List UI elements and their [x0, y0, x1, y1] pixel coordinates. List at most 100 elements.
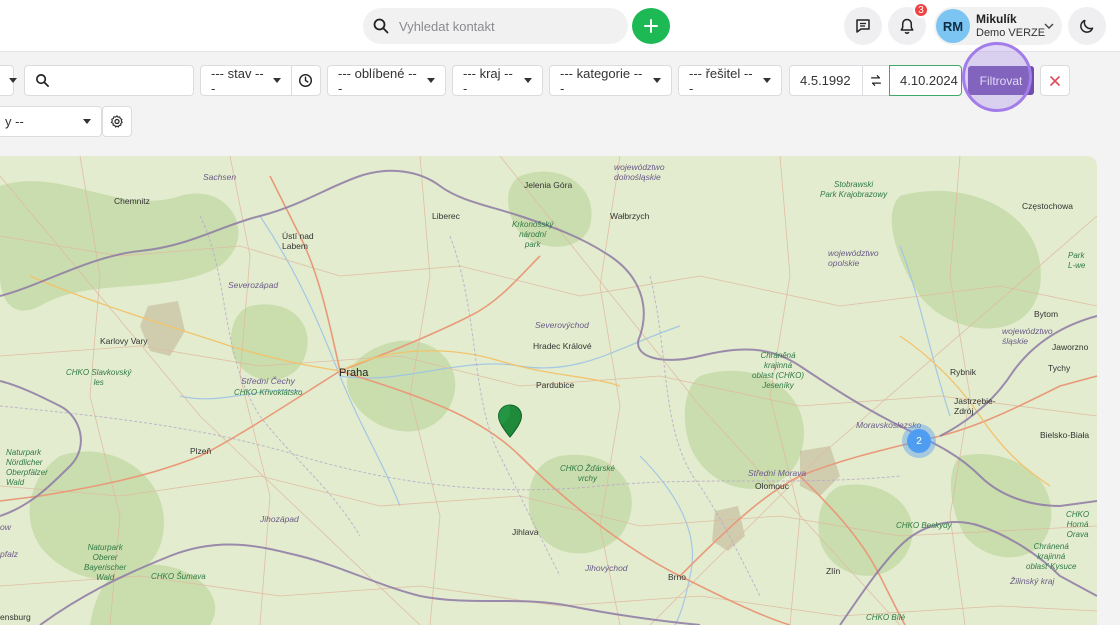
- map-label-jastrzebie: Jastrzębie- Zdrój: [954, 396, 996, 416]
- map-label-krkonose: Krkonošský národní park: [512, 220, 554, 249]
- map-label-tychy: Tychy: [1048, 363, 1071, 373]
- map-label-severovychod: Severovýchod: [535, 320, 589, 330]
- caret-icon: [653, 78, 661, 83]
- caret-icon: [763, 78, 771, 83]
- date-to-value: 4.10.2024: [900, 73, 958, 88]
- date-from-value: 4.5.1992: [800, 73, 851, 88]
- category-select[interactable]: --- kategorie ---: [549, 65, 672, 96]
- date-from-input[interactable]: 4.5.1992: [789, 65, 863, 96]
- map-label-jelenia: Jelenia Góra: [524, 180, 573, 190]
- map-label-bytom: Bytom: [1034, 309, 1059, 319]
- map-label-chko-jeseniky: Chráněná krajinná oblast (CHKO) Jeseníky: [752, 351, 805, 390]
- map-label-pardubice: Pardubice: [536, 380, 575, 390]
- search-icon: [36, 74, 49, 87]
- map-label-chko-bile: CHKO Bílé: [866, 613, 906, 622]
- map-label-brno: Brno: [668, 572, 686, 582]
- map-label-bielsko: Bielsko-Biała: [1040, 430, 1090, 440]
- cluster-count: 2: [907, 429, 931, 453]
- region-select-value: --- kraj ---: [463, 65, 513, 96]
- map-label-jihozapad: Jihozápad: [260, 514, 299, 524]
- bell-icon: [900, 18, 914, 34]
- secondary-select[interactable]: y --: [0, 106, 102, 137]
- map-label-jihovychod: Jihovýchod: [585, 563, 628, 573]
- assignee-select-value: --- řešitel ---: [689, 65, 753, 96]
- map-label-plzen: Plzeň: [190, 446, 212, 456]
- map-label-severozapad: Severozápad: [228, 280, 279, 290]
- plus-icon: [644, 19, 658, 33]
- caret-icon: [273, 78, 281, 83]
- assignee-select[interactable]: --- řešitel ---: [678, 65, 782, 96]
- clear-filters-button[interactable]: [1040, 65, 1070, 96]
- contact-search[interactable]: [363, 8, 628, 44]
- caret-icon: [9, 78, 17, 83]
- state-select[interactable]: --- stav ---: [200, 65, 292, 96]
- map-label-jihlava: Jihlava: [512, 527, 539, 537]
- gear-icon: [110, 115, 123, 128]
- map-label-naturpark-bay: Naturpark Oberer Bayerischer Wald: [84, 543, 127, 582]
- add-button[interactable]: [632, 8, 670, 44]
- avatar: RM: [936, 9, 970, 43]
- map-label-liberec: Liberec: [432, 211, 460, 221]
- user-name: Mikulík: [976, 12, 1017, 26]
- map-label-zlin: Zlín: [826, 566, 841, 576]
- caret-icon: [83, 119, 91, 124]
- map-label-ensburg: ensburg: [0, 612, 31, 622]
- search-icon: [373, 18, 389, 34]
- map-label-sachsen: Sachsen: [203, 172, 237, 182]
- chevron-down-icon: [1044, 23, 1054, 29]
- top-header: 3 RM Mikulík Demo VERZE: [0, 0, 1120, 52]
- map-label-olomouc: Olomouc: [755, 481, 790, 491]
- map-view[interactable]: Sachsen Chemnitz Ústí nad Labem Liberec …: [0, 156, 1097, 625]
- theme-toggle-button[interactable]: [1068, 7, 1106, 45]
- secondary-select-value: y --: [5, 114, 24, 129]
- map-marker-pin-icon[interactable]: [497, 404, 523, 438]
- map-label-usti: Ústí nad Labem: [282, 231, 314, 251]
- state-select-value: --- stav ---: [211, 65, 264, 96]
- close-icon: [1050, 75, 1060, 86]
- map-label-stredni-cechy: Střední Čechy: [241, 376, 295, 386]
- map-label-slaskie: województwo śląskie: [1002, 326, 1053, 346]
- settings-button[interactable]: [102, 106, 132, 137]
- map-label-chko-krivoklat: CHKO Křivoklátsko: [234, 388, 303, 397]
- swap-icon: [871, 75, 881, 86]
- user-organization: Demo VERZE: [976, 27, 1046, 39]
- map-label-chko-beskydy: CHKO Beskydy: [896, 521, 952, 530]
- clock-icon: [298, 73, 313, 88]
- map-label-naturpark: Naturpark Nördlicher Oberpfälzer Wald: [6, 448, 48, 487]
- time-button[interactable]: [291, 65, 321, 96]
- map-label-stobrawski: Stobrawski Park Krajobrazowy: [820, 180, 888, 199]
- map-label-chko-zdarske: CHKO Žďárské vrchy: [560, 464, 615, 483]
- map-label-jaworzno: Jaworzno: [1052, 342, 1089, 352]
- map-label-rybnik: Rybnik: [950, 367, 976, 377]
- map-label-zilinsky: Žilinský kraj: [1010, 576, 1055, 586]
- map-label-praha: Praha: [339, 367, 369, 379]
- map-label-dolnoslaskie: województwo dolnośląskie: [614, 162, 665, 182]
- chat-icon: [856, 19, 870, 33]
- favorites-select[interactable]: --- oblíbené ---: [327, 65, 446, 96]
- user-menu[interactable]: RM Mikulík Demo VERZE: [934, 7, 1062, 45]
- messages-button[interactable]: [844, 7, 882, 45]
- map-label-chko-sumava: CHKO Šumava: [151, 572, 206, 581]
- text-filter[interactable]: [24, 65, 194, 96]
- map-label-walbrzych: Wałbrzych: [610, 211, 650, 221]
- moon-icon: [1080, 19, 1094, 33]
- category-select-value: --- kategorie ---: [560, 65, 643, 96]
- map-label-pfalz: pfalz: [0, 549, 18, 559]
- contact-search-input[interactable]: [399, 18, 599, 34]
- map-label-stredni-morava: Střední Morava: [748, 468, 807, 478]
- favorites-select-value: --- oblíbené ---: [338, 65, 417, 96]
- swap-dates-button[interactable]: [862, 65, 890, 96]
- map-label-hradec: Hradec Králové: [533, 341, 592, 351]
- map-label-chemnitz: Chemnitz: [114, 196, 150, 206]
- map-marker-cluster[interactable]: 2: [902, 424, 936, 458]
- map-label-karlovy: Karlovy Vary: [100, 336, 148, 346]
- notifications-button[interactable]: 3: [888, 2, 929, 45]
- notifications-badge: 3: [913, 2, 929, 18]
- region-select[interactable]: --- kraj ---: [452, 65, 543, 96]
- date-to-input[interactable]: 4.10.2024: [889, 65, 962, 96]
- map-label-ow: ow: [0, 522, 11, 532]
- caret-icon: [427, 78, 435, 83]
- click-highlight: [962, 42, 1032, 112]
- map-label-park-right: Park L-we: [1068, 251, 1086, 270]
- cut-off-select[interactable]: [0, 65, 17, 96]
